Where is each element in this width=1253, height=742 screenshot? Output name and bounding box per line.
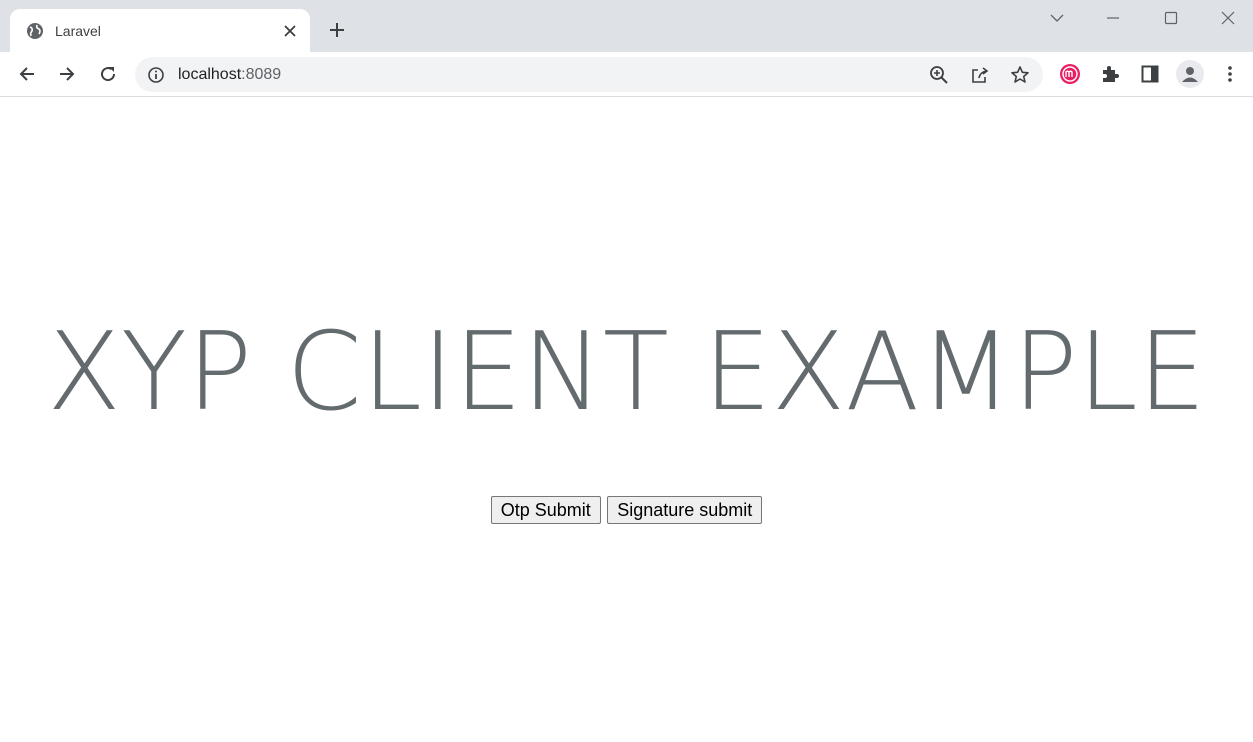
otp-submit-button[interactable]: Otp Submit xyxy=(490,496,601,524)
tab-laravel[interactable]: Laravel xyxy=(10,9,310,52)
url-port: :8089 xyxy=(241,66,282,83)
maximize-icon[interactable] xyxy=(1159,6,1183,30)
page-title: XYP CLIENT EXAMPLE xyxy=(47,310,1206,435)
close-icon[interactable] xyxy=(280,21,300,41)
chevron-down-icon[interactable] xyxy=(1045,6,1069,30)
browser-window: Laravel localhost:8089 XYP CLIENT EXAMPL… xyxy=(0,0,1253,742)
forward-icon[interactable] xyxy=(55,62,79,86)
zoom-icon[interactable] xyxy=(927,63,951,87)
extension-m-icon[interactable] xyxy=(1058,62,1082,86)
menu-dots-icon[interactable] xyxy=(1218,62,1242,86)
star-icon[interactable] xyxy=(1008,63,1032,87)
reload-icon[interactable] xyxy=(96,62,120,86)
page-content: XYP CLIENT EXAMPLE Otp Submit Signature … xyxy=(0,98,1253,742)
minimize-icon[interactable] xyxy=(1101,6,1125,30)
url-host: localhost xyxy=(178,66,242,83)
signature-submit-button[interactable]: Signature submit xyxy=(607,496,763,524)
button-row: Otp Submit Signature submit xyxy=(0,496,1253,524)
window-close-icon[interactable] xyxy=(1216,6,1240,30)
side-panel-icon[interactable] xyxy=(1138,62,1162,86)
browser-toolbar: localhost:8089 xyxy=(0,52,1253,97)
profile-icon[interactable] xyxy=(1176,60,1204,88)
share-icon[interactable] xyxy=(968,63,992,87)
back-icon[interactable] xyxy=(15,62,39,86)
plus-icon[interactable] xyxy=(325,18,349,42)
address-bar[interactable]: localhost:8089 xyxy=(135,57,1043,92)
tab-title: Laravel xyxy=(55,23,101,39)
info-icon[interactable] xyxy=(147,66,165,84)
tab-strip: Laravel xyxy=(0,0,1253,52)
url-text[interactable]: localhost:8089 xyxy=(178,65,281,84)
globe-icon xyxy=(26,22,44,40)
puzzle-icon[interactable] xyxy=(1098,62,1122,86)
